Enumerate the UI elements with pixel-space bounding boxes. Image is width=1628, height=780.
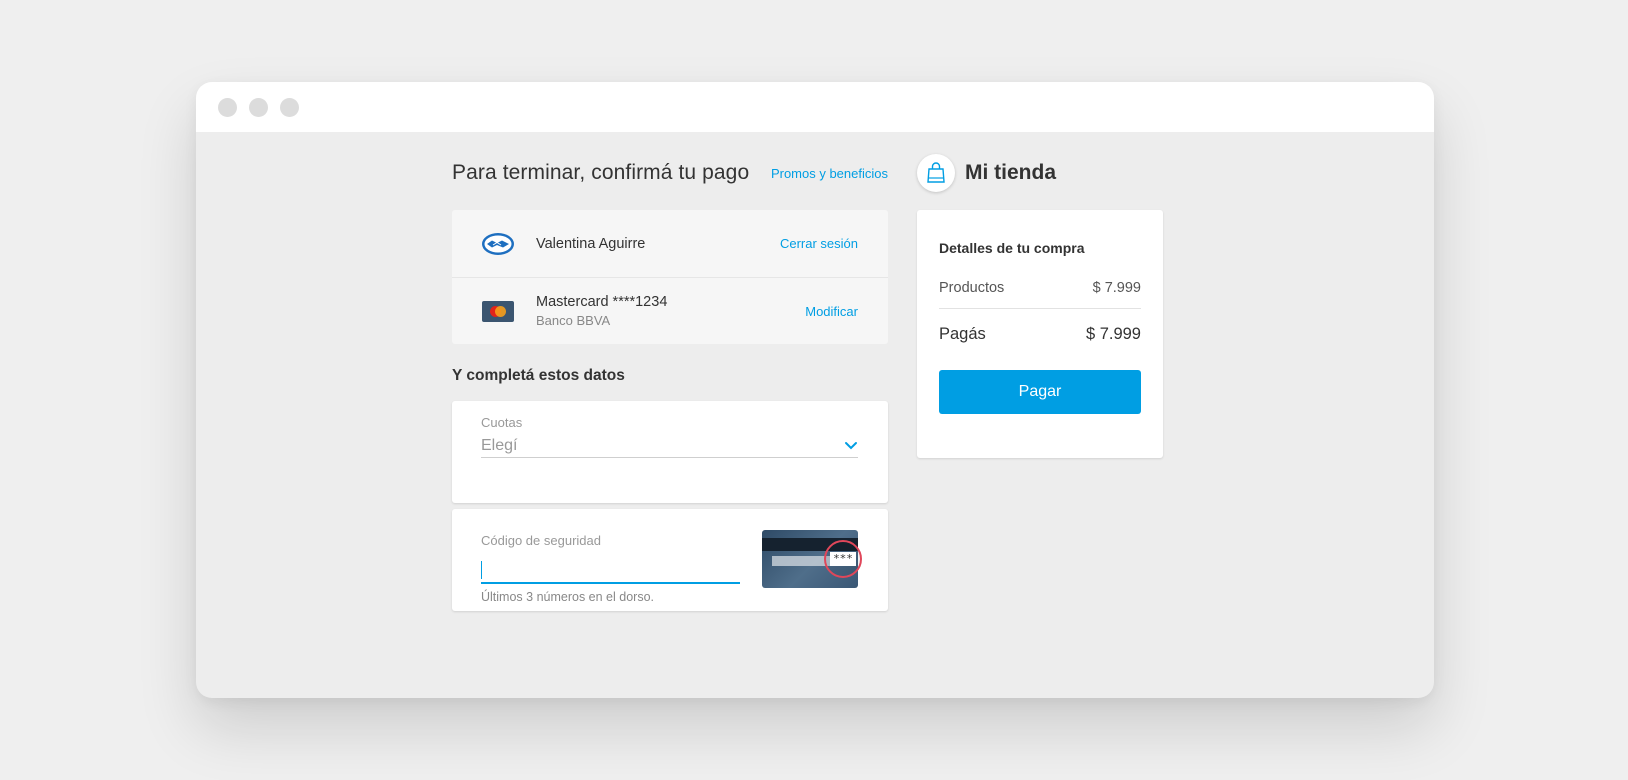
checkout-column: Para terminar, confirmá tu pago Promos y… [452, 132, 888, 611]
security-code-card: Código de seguridad Últimos 3 números en… [452, 509, 888, 611]
installments-label: Cuotas [481, 415, 523, 430]
promos-link[interactable]: Promos y beneficios [771, 166, 888, 181]
products-label: Productos [939, 280, 1005, 296]
store-column: Mi tienda Detalles de tu compra Producto… [917, 132, 1163, 458]
window-maximize-button[interactable] [280, 97, 299, 117]
section-title: Y completá estos datos [452, 367, 625, 384]
payment-method-row: Mastercard ****1234 Banco BBVA Modificar [452, 277, 888, 344]
products-row: Productos $ 7.999 [939, 280, 1141, 309]
summary-title: Detalles de tu compra [939, 240, 1085, 256]
cvv-sample: *** [830, 552, 856, 566]
pay-button[interactable]: Pagar [939, 370, 1141, 414]
store-name: Mi tienda [965, 161, 1057, 184]
chevron-down-icon [844, 437, 858, 455]
products-value: $ 7.999 [1092, 280, 1141, 296]
logout-link[interactable]: Cerrar sesión [780, 236, 858, 251]
account-name: Valentina Aguirre [536, 235, 646, 252]
account-row: Valentina Aguirre Cerrar sesión [452, 210, 888, 277]
installments-card: Cuotas Elegí [452, 401, 888, 503]
total-row: Pagás $ 7.999 [939, 325, 1141, 344]
security-code-input[interactable] [481, 556, 740, 584]
security-code-label: Código de seguridad [481, 533, 601, 548]
cvv-highlight-circle: *** [824, 540, 862, 578]
mastercard-icon [481, 300, 515, 322]
shopping-bag-icon [917, 154, 955, 192]
card-bank: Banco BBVA [536, 313, 611, 328]
card-back-illustration: *** [762, 530, 862, 588]
installments-select[interactable]: Elegí [481, 434, 858, 458]
checkout-header: Para terminar, confirmá tu pago Promos y… [452, 132, 888, 210]
total-label: Pagás [939, 325, 986, 343]
purchase-summary: Detalles de tu compra Productos $ 7.999 … [917, 210, 1163, 458]
mercadopago-handshake-icon [481, 232, 515, 256]
modify-payment-link[interactable]: Modificar [805, 304, 858, 319]
page-title: Para terminar, confirmá tu pago [452, 161, 750, 184]
installments-value: Elegí [481, 436, 518, 454]
window-close-button[interactable] [218, 97, 237, 117]
card-name: Mastercard ****1234 [536, 294, 668, 310]
window-minimize-button[interactable] [249, 97, 268, 117]
window-titlebar [196, 82, 1434, 132]
account-payment-list: Valentina Aguirre Cerrar sesión Masterca… [452, 210, 888, 344]
store-header: Mi tienda [917, 132, 1163, 210]
text-caret [481, 561, 482, 579]
card-signature-strip [772, 556, 832, 566]
browser-window: Para terminar, confirmá tu pago Promos y… [196, 82, 1434, 698]
total-value: $ 7.999 [1085, 325, 1141, 343]
security-code-hint: Últimos 3 números en el dorso. [481, 590, 654, 604]
